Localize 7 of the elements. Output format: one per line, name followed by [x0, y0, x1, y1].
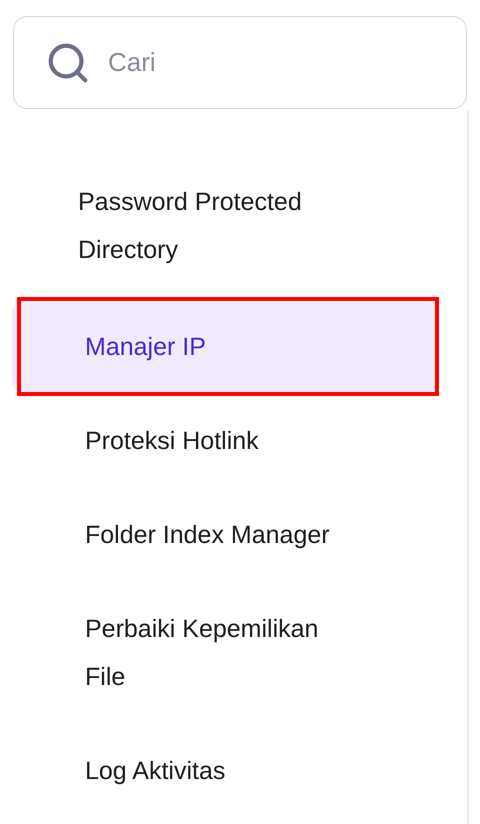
sidebar-item[interactable]: Folder Index Manager	[12, 490, 437, 580]
sidebar-item[interactable]: Log Aktivitas	[12, 726, 437, 816]
sidebar-item[interactable]: Manajer IP	[12, 302, 437, 392]
sidebar-item[interactable]: Password Protected Directory	[12, 157, 437, 295]
search-field[interactable]: Cari	[13, 16, 467, 109]
sidebar-item[interactable]: Proteksi Hotlink	[12, 396, 437, 486]
sidebar-item[interactable]: Perbaiki Kepemilikan File	[12, 584, 437, 722]
